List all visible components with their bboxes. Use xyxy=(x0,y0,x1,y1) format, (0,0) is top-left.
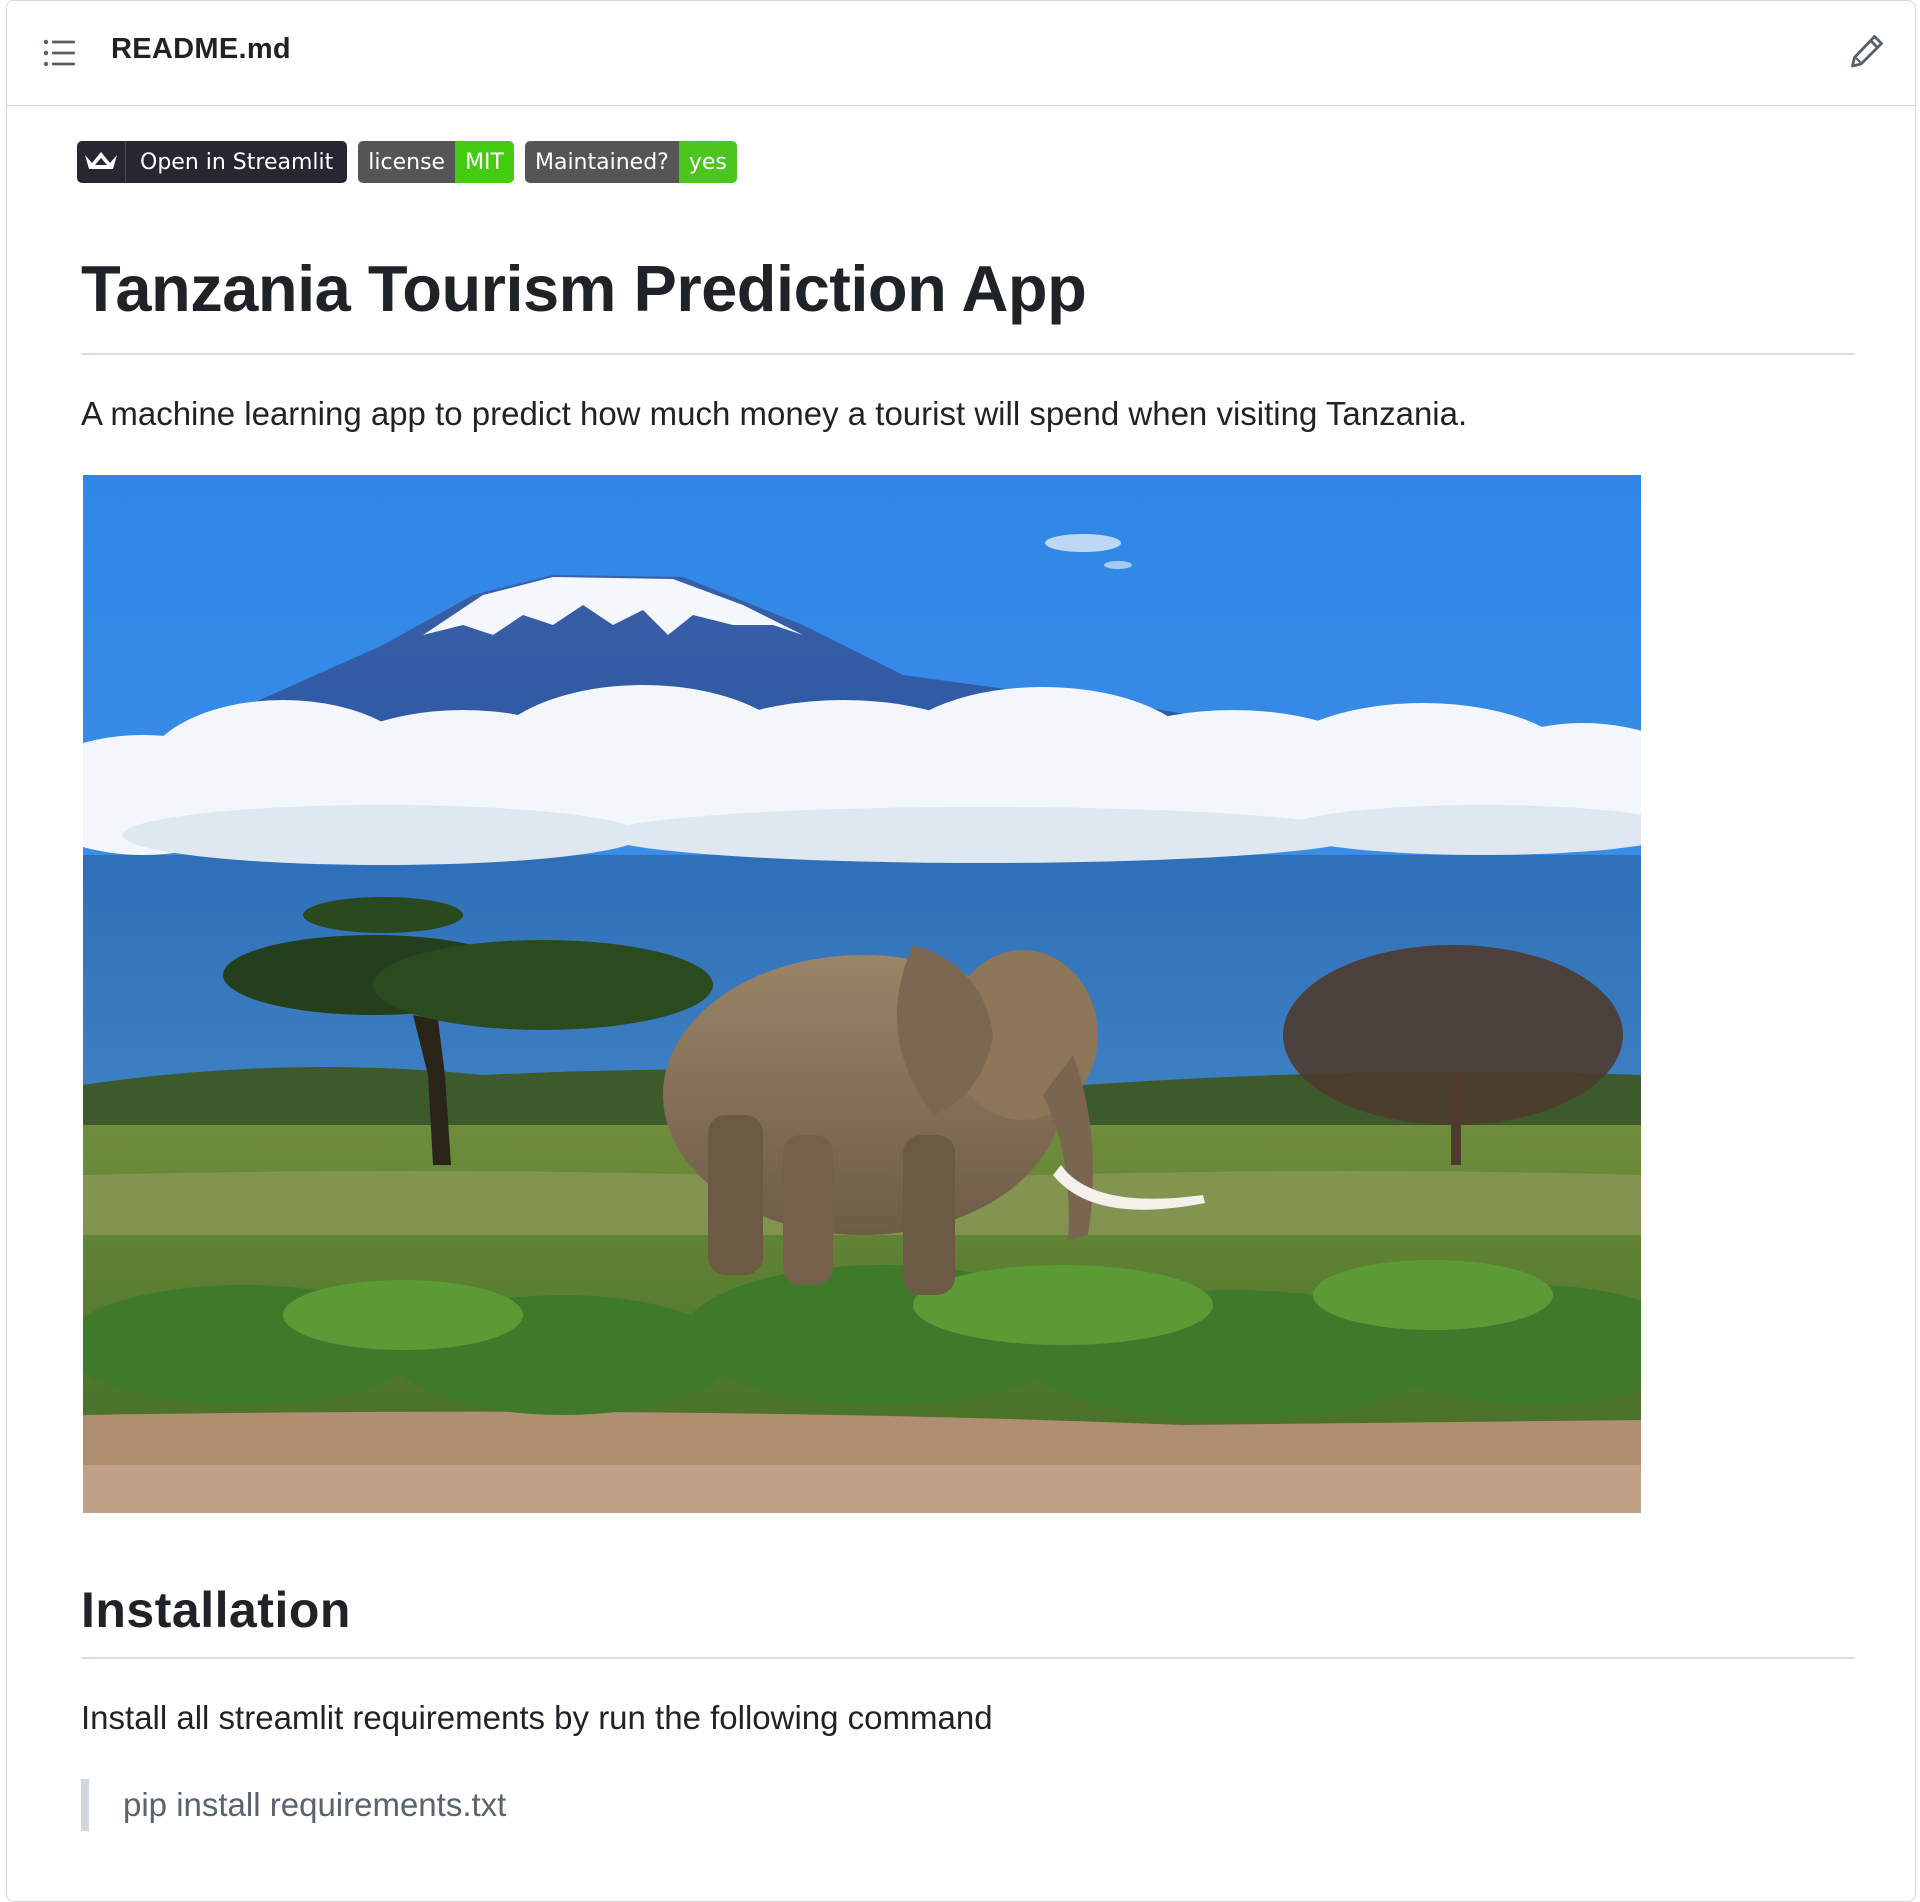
installation-divider xyxy=(81,1657,1855,1659)
installation-text: Install all streamlit requirements by ru… xyxy=(81,1699,993,1736)
open-in-streamlit-badge[interactable]: Open in Streamlit xyxy=(77,141,348,183)
install-command-blockquote: pip install requirements.txt xyxy=(81,1779,506,1831)
edit-file-button[interactable] xyxy=(1847,31,1887,71)
readme-title: Tanzania Tourism Prediction App xyxy=(81,252,1087,325)
readme-header: README.md xyxy=(7,1,1915,106)
pencil-icon xyxy=(1851,35,1883,68)
file-name: README.md xyxy=(111,33,291,65)
maintained-badge-value: yes xyxy=(678,141,737,183)
install-command: pip install requirements.txt xyxy=(123,1786,507,1823)
maintained-badge-label: Maintained? xyxy=(524,141,679,183)
list-unordered-icon xyxy=(43,39,75,67)
readme-container: README.md Open in Streamlit license MIT xyxy=(6,0,1916,1902)
streamlit-crown-icon xyxy=(77,141,126,183)
readme-description: A machine learning app to predict how mu… xyxy=(81,395,1468,432)
installation-heading: Installation xyxy=(81,1582,351,1638)
streamlit-badge-label: Open in Streamlit xyxy=(140,149,334,175)
maintained-badge[interactable]: Maintained? yes xyxy=(524,141,737,183)
license-badge-label: license xyxy=(358,141,456,183)
license-badge-value: MIT xyxy=(455,141,514,183)
table-of-contents-button[interactable] xyxy=(41,37,77,69)
hero-image xyxy=(83,475,1641,1513)
badge-row: Open in Streamlit license MIT Maintained… xyxy=(77,141,737,183)
license-badge[interactable]: license MIT xyxy=(358,141,514,183)
title-divider xyxy=(81,353,1855,355)
